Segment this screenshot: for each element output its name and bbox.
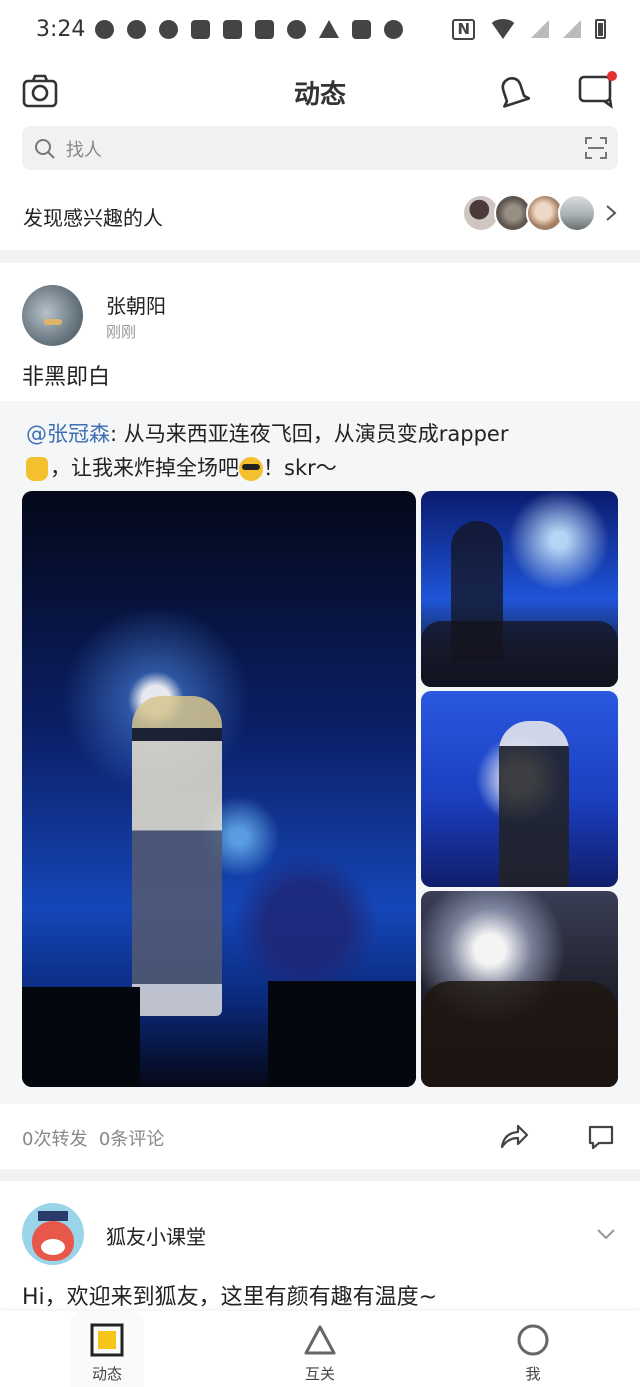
system-icons: N bbox=[452, 18, 606, 40]
messages-button[interactable] bbox=[577, 71, 617, 109]
image-icon bbox=[352, 19, 372, 39]
repost-text: @张冠森: 从马来西亚连夜飞回，从演员变成rapper ，让我来炸掉全场吧 ！sk… bbox=[26, 417, 614, 485]
post-image-thumb[interactable] bbox=[421, 491, 618, 687]
nav-item-feed[interactable]: 动态 bbox=[57, 1311, 157, 1387]
post-text: Hi，欢迎来到狐友，这里有颜有趣有温度~ bbox=[22, 1285, 438, 1310]
signal-icon bbox=[563, 20, 581, 38]
post-image-thumb[interactable] bbox=[421, 891, 618, 1087]
comment-count: 0条评论 bbox=[98, 1129, 165, 1150]
feed-post: 张朝阳 刚刚 非黑即白 @张冠森: 从马来西亚连夜飞回，从演员变成rapper … bbox=[0, 263, 640, 1169]
search-input[interactable]: 找人 bbox=[22, 126, 618, 170]
post-stats: 0次转发 0条评论 bbox=[22, 1125, 164, 1151]
repost-block[interactable]: @张冠森: 从马来西亚连夜飞回，从演员变成rapper ，让我来炸掉全场吧 ！sk… bbox=[0, 401, 640, 1104]
stage-speaker bbox=[268, 981, 416, 1087]
search-section: 找人 bbox=[0, 124, 640, 176]
tiktok-icon bbox=[191, 19, 211, 39]
warning-icon bbox=[319, 20, 340, 38]
mention-link[interactable]: @张冠森 bbox=[26, 422, 110, 446]
search-placeholder: 找人 bbox=[66, 140, 102, 161]
plus-app-icon bbox=[255, 19, 275, 39]
scan-icon[interactable] bbox=[584, 136, 608, 160]
nav-item-mutual[interactable]: 互关 bbox=[270, 1311, 370, 1387]
repost-text-part: ！skr～ bbox=[263, 456, 337, 480]
chevron-down-icon[interactable] bbox=[596, 1227, 616, 1241]
signal-icon bbox=[531, 20, 549, 38]
netease-music-icon bbox=[287, 19, 307, 39]
notification-icons bbox=[95, 19, 404, 39]
post-text: 非黑即白 bbox=[22, 365, 111, 390]
repost-count: 0次转发 bbox=[22, 1129, 88, 1150]
performer-figure bbox=[132, 696, 222, 1016]
discover-label: 发现感兴趣的人 bbox=[23, 206, 163, 230]
avatar[interactable] bbox=[22, 1203, 84, 1265]
top-bar: 动态 bbox=[0, 58, 640, 124]
comment-icon[interactable] bbox=[587, 1123, 615, 1151]
bottom-navigation: 动态 互关 我 bbox=[0, 1311, 640, 1387]
circle-icon bbox=[517, 1324, 549, 1356]
share-icon[interactable] bbox=[498, 1121, 530, 1151]
page-title: 动态 bbox=[293, 80, 346, 110]
crowd bbox=[421, 621, 618, 687]
performer-figure bbox=[499, 721, 569, 887]
app-notification-icon bbox=[159, 19, 179, 39]
rock-hand-emoji-icon bbox=[26, 457, 48, 481]
fox-icon bbox=[32, 1221, 74, 1261]
post-author[interactable]: 狐友小课堂 bbox=[106, 1221, 206, 1250]
avatar[interactable] bbox=[22, 285, 83, 346]
nav-label: 互关 bbox=[304, 1365, 335, 1383]
notification-bell-icon[interactable] bbox=[496, 73, 530, 109]
repost-text-part: ，让我来炸掉全场吧 bbox=[50, 456, 239, 480]
weibo-icon bbox=[95, 19, 115, 39]
post-image-main[interactable] bbox=[22, 491, 416, 1087]
avatar bbox=[558, 194, 596, 232]
chevron-right-icon bbox=[606, 205, 617, 221]
battery-icon bbox=[595, 19, 606, 39]
post-timestamp: 刚刚 bbox=[106, 323, 137, 341]
nav-item-me[interactable]: 我 bbox=[483, 1311, 583, 1387]
nav-label: 动态 bbox=[91, 1365, 122, 1383]
feed-post: 狐友小课堂 Hi，欢迎来到狐友，这里有颜有趣有温度~ bbox=[0, 1181, 640, 1311]
status-bar: 3:24 N bbox=[0, 0, 640, 58]
post-author[interactable]: 张朝阳 bbox=[106, 290, 166, 319]
camera-icon[interactable] bbox=[22, 74, 58, 108]
discover-people-row[interactable]: 发现感兴趣的人 bbox=[0, 176, 640, 250]
stage-speaker bbox=[22, 987, 140, 1087]
search-icon bbox=[35, 139, 55, 159]
nfc-icon: N bbox=[452, 18, 475, 40]
nav-label: 我 bbox=[525, 1365, 541, 1383]
wifi-icon bbox=[489, 19, 517, 39]
location-icon bbox=[384, 19, 404, 39]
crowd bbox=[421, 981, 618, 1087]
graduation-cap-icon bbox=[38, 1211, 68, 1221]
triangle-icon bbox=[304, 1325, 336, 1355]
app-notification-icon bbox=[223, 19, 243, 39]
feed-square-icon bbox=[90, 1323, 124, 1357]
suggested-avatars bbox=[462, 194, 596, 232]
status-time: 3:24 bbox=[36, 16, 86, 42]
app-notification-icon bbox=[127, 19, 147, 39]
repost-text-part: : 从马来西亚连夜飞回，从演员变成rapper bbox=[110, 422, 509, 446]
unread-dot bbox=[607, 71, 617, 81]
post-image-thumb[interactable] bbox=[421, 691, 618, 887]
sunglasses-emoji-icon bbox=[239, 457, 263, 481]
